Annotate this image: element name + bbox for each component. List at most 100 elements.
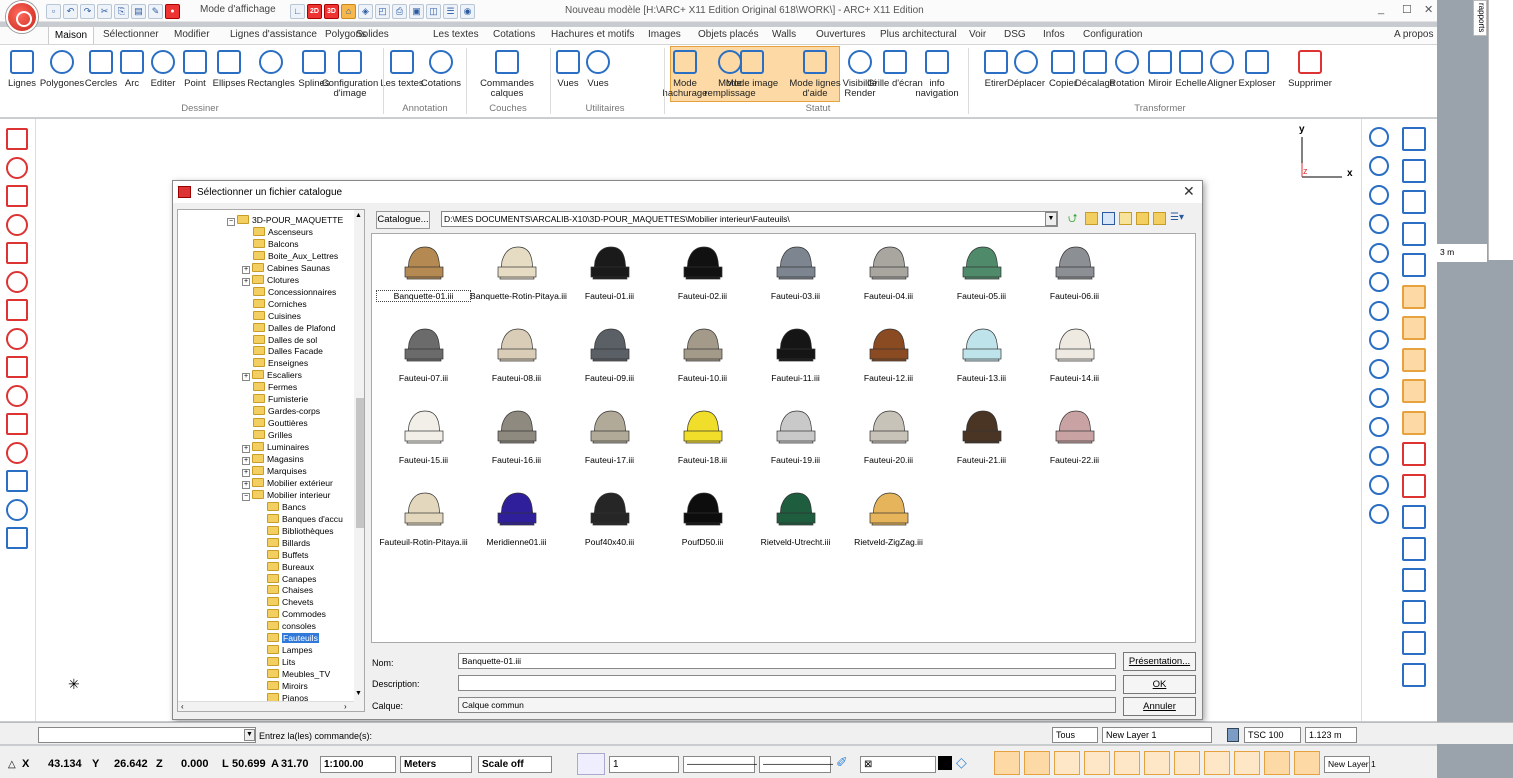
tab-walls[interactable]: Walls xyxy=(772,29,796,40)
visibilit-render-icon[interactable] xyxy=(848,50,872,74)
tree-item[interactable]: + Escaliers xyxy=(242,369,302,382)
polygones-icon[interactable] xyxy=(50,50,74,74)
scale-mode-select[interactable]: Scale off xyxy=(478,756,552,773)
tree-item[interactable]: Fermes xyxy=(253,381,297,393)
dialog-close-icon[interactable]: ✕ xyxy=(1183,183,1195,200)
tree-item[interactable]: Miroirs xyxy=(267,680,308,692)
tree-item[interactable]: Boite_Aux_Lettres xyxy=(253,250,338,262)
tab-a-propos[interactable]: A propos xyxy=(1394,29,1433,40)
file-item[interactable]: Pouf40x40.iii xyxy=(563,485,656,547)
layer-right-field[interactable]: New Layer 1 xyxy=(1324,756,1376,773)
minimize-button[interactable]: _ xyxy=(1378,3,1384,15)
view-6-icon[interactable] xyxy=(1369,475,1389,495)
3d-icon[interactable]: 3D xyxy=(324,3,339,19)
height-tool-icon[interactable] xyxy=(6,441,28,464)
2d-icon[interactable]: 2D xyxy=(307,3,322,19)
tree-item[interactable]: Lampes xyxy=(267,644,313,656)
tree-item[interactable]: + Cabines Saunas xyxy=(242,262,330,274)
tab-modifier[interactable]: Modifier xyxy=(174,29,210,40)
description-field[interactable] xyxy=(458,675,1116,691)
line-weight-select[interactable]: 1 xyxy=(609,756,679,773)
scroll-right-icon[interactable]: › xyxy=(344,702,347,711)
tree-item[interactable]: + Luminaires xyxy=(242,441,309,454)
file-item[interactable]: Fauteui-21.iii xyxy=(935,403,1028,465)
camera-icon[interactable] xyxy=(1402,599,1426,624)
snap-magnet2-icon[interactable] xyxy=(1294,751,1320,775)
tab-images[interactable]: Images xyxy=(648,29,681,40)
window-icon[interactable]: ◫ xyxy=(426,3,441,19)
fill-icon[interactable] xyxy=(1402,316,1426,340)
file-item[interactable]: Fauteuil-Rotin-Pitaya.iii xyxy=(377,485,470,547)
snap-cross-icon[interactable] xyxy=(1114,751,1140,775)
copy-icon[interactable]: ⎘ xyxy=(114,3,129,19)
tree-item[interactable]: Canapes xyxy=(267,573,316,585)
tab-plus-architectural[interactable]: Plus architectural xyxy=(880,29,957,40)
tree-item[interactable]: Dalles de sol xyxy=(253,334,317,346)
view-1-icon[interactable] xyxy=(1369,330,1389,350)
info-navigation-icon[interactable] xyxy=(925,50,949,74)
polyline-tool-icon[interactable] xyxy=(6,156,28,179)
color-swatch[interactable] xyxy=(938,756,952,770)
file-item[interactable]: Fauteui-03.iii xyxy=(749,239,842,301)
les-textes-icon[interactable] xyxy=(390,50,414,74)
node-tool-icon[interactable] xyxy=(6,270,28,293)
store-icon[interactable] xyxy=(1402,631,1426,655)
configuration-d-image-icon[interactable] xyxy=(338,50,362,74)
table-icon[interactable] xyxy=(1402,221,1426,246)
2d-view-icon[interactable] xyxy=(1402,442,1426,466)
layer-field[interactable]: New Layer 1 xyxy=(1102,727,1212,743)
nom-field[interactable]: Banquette-01.iii xyxy=(458,653,1116,669)
vues-icon[interactable] xyxy=(586,50,610,74)
d-placer-icon[interactable] xyxy=(1014,50,1038,74)
d-calage-icon[interactable] xyxy=(1083,50,1107,74)
tree-item[interactable]: Dalles de Plafond xyxy=(253,322,335,334)
tree-item[interactable]: − Mobilier interieur xyxy=(242,489,331,501)
file-item[interactable]: Fauteui-08.iii xyxy=(470,321,563,383)
units-select[interactable]: Meters xyxy=(400,756,472,773)
tree-item[interactable]: Commodes xyxy=(267,608,326,620)
snap-mid-icon[interactable] xyxy=(1084,751,1110,775)
point-icon[interactable] xyxy=(183,50,207,74)
3d-view-icon[interactable] xyxy=(1402,473,1426,498)
pen-icon[interactable]: ✐ xyxy=(836,754,856,774)
file-item[interactable]: Fauteui-07.iii xyxy=(377,321,470,383)
mode-image-button[interactable]: Mode image xyxy=(722,79,782,89)
tree-item[interactable]: Gardes-corps xyxy=(253,405,320,417)
tab-cotations[interactable]: Cotations xyxy=(493,29,535,40)
tree-item[interactable]: Fauteuils xyxy=(267,632,319,644)
view-folder-icon[interactable] xyxy=(1153,212,1166,225)
layers-view-icon[interactable] xyxy=(1402,190,1426,214)
scale-field[interactable]: 1:100.00 xyxy=(320,756,396,773)
file-item[interactable]: Fauteui-12.iii xyxy=(842,321,935,383)
forward-icon[interactable] xyxy=(1369,301,1389,321)
tab-s-lectionner[interactable]: Sélectionner xyxy=(103,29,159,40)
home-icon[interactable]: ⌂ xyxy=(341,3,356,19)
file-item[interactable]: Fauteui-17.iii xyxy=(563,403,656,465)
solid-tool-icon[interactable] xyxy=(6,527,28,549)
save-icon[interactable]: ▣ xyxy=(409,3,424,19)
command-dropdown-icon[interactable]: ▼ xyxy=(244,729,255,741)
file-item[interactable]: Fauteui-02.iii xyxy=(656,239,749,301)
mode-remplissage-icon[interactable] xyxy=(718,50,742,74)
snap-node-icon[interactable] xyxy=(1264,751,1290,775)
file-item[interactable]: Meridienne01.iii xyxy=(470,485,563,547)
redo-icon[interactable]: ↷ xyxy=(80,3,95,19)
close-button[interactable]: ✕ xyxy=(1424,3,1433,16)
file-item[interactable]: Fauteui-20.iii xyxy=(842,403,935,465)
app-logo-icon[interactable] xyxy=(6,1,38,33)
z-tool-icon[interactable] xyxy=(6,384,28,407)
pan-icon[interactable] xyxy=(1369,243,1389,263)
scroll-left-icon[interactable]: ‹ xyxy=(181,702,184,711)
axis-icon[interactable] xyxy=(1402,662,1426,687)
file-item[interactable]: Fauteui-01.iii xyxy=(563,239,656,301)
line-style-icon[interactable]: ∟ xyxy=(290,3,305,19)
snap-tangent-icon[interactable] xyxy=(1234,751,1260,775)
y-tool-icon[interactable] xyxy=(6,356,28,378)
edit-view-icon[interactable] xyxy=(1402,568,1426,592)
path-field[interactable]: D:\MES DOCUMENTS\ARCALIB-X10\3D-POUR_MAQ… xyxy=(441,211,1058,227)
view-3-icon[interactable] xyxy=(1369,388,1389,408)
miroir-icon[interactable] xyxy=(1148,50,1172,74)
guide-icon[interactable] xyxy=(1402,379,1426,403)
commandes-calques-button[interactable]: Commandes calques xyxy=(477,79,537,99)
supprimer-button[interactable]: Supprimer xyxy=(1280,79,1340,89)
